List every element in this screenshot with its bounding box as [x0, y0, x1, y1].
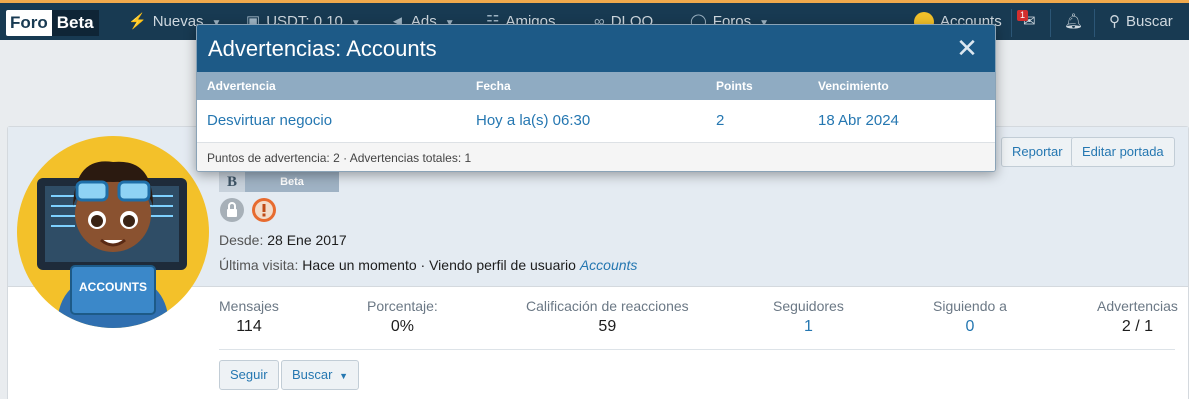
stat-value: 114 — [236, 318, 262, 335]
logo-text-left: Foro — [6, 10, 52, 36]
search-button[interactable]: ⚲ Buscar — [1109, 3, 1173, 40]
stats-divider — [219, 349, 1175, 350]
inbox-button[interactable]: ✉ 1 — [1017, 3, 1036, 40]
stat-label: Seguidores — [773, 298, 844, 314]
bolt-icon: ⚡ — [128, 13, 147, 30]
avatar-label: ACCOUNTS — [79, 280, 147, 294]
member-since: Desde: 28 Ene 2017 — [219, 232, 347, 248]
stat-value: 0% — [390, 318, 414, 335]
stat-label: Porcentaje: — [367, 298, 438, 314]
stat-value[interactable]: 0 — [933, 318, 1007, 336]
stat-siguiendo[interactable]: Siguiendo a 0 — [933, 298, 1007, 336]
user-banner: B Beta — [219, 172, 339, 192]
column-header-points: Points — [716, 79, 753, 93]
stat-value: 2 / 1 — [1121, 318, 1154, 335]
last-seen-value: Hace un momento · Viendo perfil de usuar… — [302, 257, 576, 273]
nav-divider — [1011, 9, 1012, 37]
column-header-advertencia: Advertencia — [207, 79, 276, 93]
close-icon[interactable]: ✕ — [955, 34, 979, 62]
last-seen-label: Última visita: — [219, 257, 299, 273]
report-button[interactable]: Reportar — [1001, 137, 1074, 167]
bell-icon: 🔔︎ — [1064, 13, 1084, 30]
table-row[interactable]: Desvirtuar negocio Hoy a la(s) 06:30 2 1… — [197, 100, 995, 142]
banner-text: Beta — [280, 176, 304, 188]
last-seen-link[interactable]: Accounts — [580, 257, 638, 273]
site-logo[interactable]: Foro Beta — [6, 10, 99, 36]
stat-label: Calificación de reacciones — [526, 298, 689, 314]
stat-value: 59 — [598, 318, 617, 335]
user-avatar[interactable]: ACCOUNTS — [17, 136, 209, 328]
stat-seguidores[interactable]: Seguidores 1 — [773, 298, 844, 336]
warning-icon[interactable] — [252, 198, 276, 222]
inbox-count-badge: 1 — [1017, 10, 1029, 21]
nav-divider — [1050, 9, 1051, 37]
search-content-label: Buscar — [292, 367, 333, 382]
stat-reacciones: Calificación de reacciones 59 — [526, 298, 689, 336]
search-label: Buscar — [1126, 13, 1173, 30]
member-since-value: 28 Ene 2017 — [267, 232, 347, 248]
stat-label: Mensajes — [219, 298, 279, 314]
lock-icon[interactable] — [220, 198, 244, 222]
stat-label: Siguiendo a — [933, 298, 1007, 314]
avatar-illustration — [37, 161, 187, 328]
nav-divider — [1094, 9, 1095, 37]
banner-letter: B — [219, 172, 245, 192]
last-seen: Última visita: Hace un momento · Viendo … — [219, 257, 637, 273]
caret-down-icon: ▼ — [339, 371, 349, 381]
modal-title: Advertencias: Accounts — [197, 25, 995, 72]
cell-fecha[interactable]: Hoy a la(s) 06:30 — [476, 100, 590, 142]
column-header-vencimiento: Vencimiento — [818, 79, 889, 93]
search-icon: ⚲ — [1109, 13, 1120, 30]
stat-value[interactable]: 1 — [773, 318, 844, 336]
member-since-label: Desde: — [219, 232, 264, 248]
column-header-fecha: Fecha — [476, 79, 511, 93]
logo-text-right: Beta — [51, 10, 99, 36]
follow-button[interactable]: Seguir — [219, 360, 279, 390]
warnings-summary: Puntos de advertencia: 2 · Advertencias … — [197, 142, 995, 171]
cell-points[interactable]: 2 — [716, 100, 724, 142]
warnings-modal: Advertencias: Accounts ✕ Advertencia Fec… — [196, 24, 996, 172]
stat-mensajes: Mensajes 114 — [219, 298, 279, 336]
warnings-table-header: Advertencia Fecha Points Vencimiento — [197, 72, 995, 100]
edit-cover-button[interactable]: Editar portada — [1071, 137, 1175, 167]
stat-advertencias[interactable]: Advertencias 2 / 1 — [1097, 298, 1178, 336]
cell-advertencia[interactable]: Desvirtuar negocio — [207, 100, 332, 142]
cell-vencimiento[interactable]: 18 Abr 2024 — [818, 100, 899, 142]
search-content-button[interactable]: Buscar ▼ — [281, 360, 360, 390]
stat-label: Advertencias — [1097, 298, 1178, 314]
alerts-button[interactable]: 🔔︎ — [1064, 3, 1083, 40]
stat-porcentaje: Porcentaje: 0% — [367, 298, 438, 336]
